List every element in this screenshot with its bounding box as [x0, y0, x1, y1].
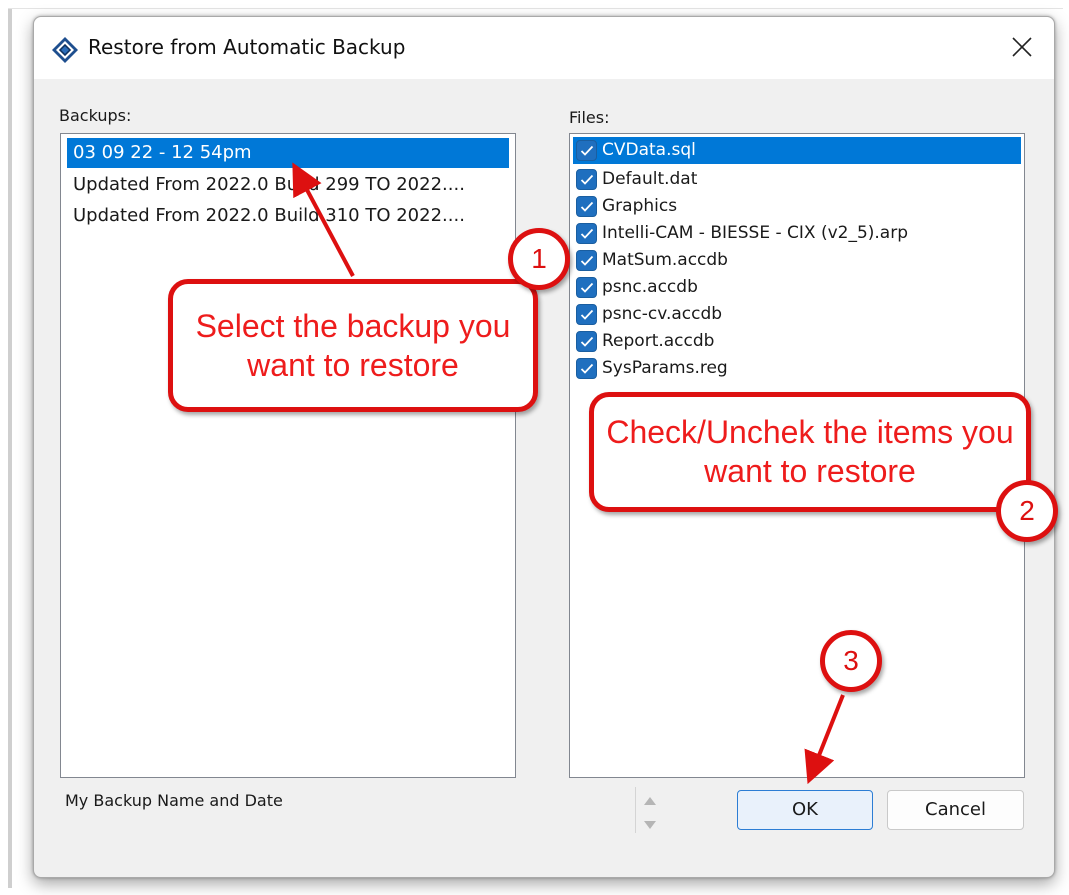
- file-item[interactable]: Intelli-CAM - BIESSE - CIX (v2_5).arp: [573, 220, 1021, 247]
- checkbox-checked[interactable]: [576, 304, 597, 325]
- ok-button[interactable]: OK: [737, 790, 873, 830]
- callout-select-backup: Select the backup you want to restore: [168, 279, 538, 412]
- close-button[interactable]: [990, 17, 1054, 77]
- divider: [635, 787, 636, 833]
- dialog-title: Restore from Automatic Backup: [88, 35, 406, 59]
- file-item[interactable]: MatSum.accdb: [573, 247, 1021, 274]
- step-badge-3: 3: [820, 630, 882, 692]
- step-badge-2: 2: [996, 480, 1058, 542]
- window-frame-edge: [8, 8, 12, 888]
- callout-check-items: Check/Unchek the items you want to resto…: [589, 392, 1031, 512]
- close-icon: [1012, 37, 1032, 57]
- checkbox-checked[interactable]: [576, 169, 597, 190]
- checkbox-checked[interactable]: [576, 358, 597, 379]
- checkmark-icon: [580, 255, 593, 266]
- file-item[interactable]: Graphics: [573, 193, 1021, 220]
- backups-label: Backups:: [59, 106, 132, 125]
- backups-listbox[interactable]: 03 09 22 - 12 54pm Updated From 2022.0 B…: [60, 133, 516, 778]
- checkbox-checked[interactable]: [576, 331, 597, 352]
- spinner-arrows-icon[interactable]: [638, 793, 662, 835]
- backup-item-3[interactable]: Updated From 2022.0 Build 310 TO 2022...…: [67, 201, 509, 231]
- app-logo-icon: [52, 37, 78, 63]
- checkmark-icon: [580, 309, 593, 320]
- checkbox-checked[interactable]: [576, 277, 597, 298]
- window-frame-top: [8, 8, 1063, 9]
- checkmark-icon: [580, 174, 593, 185]
- title-bar: Restore from Automatic Backup: [34, 17, 1054, 79]
- files-label: Files:: [569, 108, 610, 127]
- file-item[interactable]: psnc-cv.accdb: [573, 301, 1021, 328]
- checkmark-icon: [580, 363, 593, 374]
- file-item[interactable]: SysParams.reg: [573, 355, 1021, 382]
- file-item[interactable]: Default.dat: [573, 166, 1021, 193]
- step-badge-1: 1: [508, 228, 570, 290]
- checkmark-icon: [580, 228, 593, 239]
- backup-item-2[interactable]: Updated From 2022.0 Build 299 TO 2022...…: [67, 170, 509, 200]
- checkmark-icon: [580, 145, 593, 156]
- file-item[interactable]: psnc.accdb: [573, 274, 1021, 301]
- checkbox-checked[interactable]: [576, 223, 597, 244]
- file-item[interactable]: Report.accdb: [573, 328, 1021, 355]
- backup-item-1[interactable]: 03 09 22 - 12 54pm: [67, 138, 509, 168]
- checkmark-icon: [580, 201, 593, 212]
- backup-name-label: My Backup Name and Date: [65, 791, 283, 810]
- checkbox-checked[interactable]: [576, 250, 597, 271]
- checkmark-icon: [580, 282, 593, 293]
- file-item[interactable]: CVData.sql: [573, 137, 1021, 164]
- checkbox-checked[interactable]: [576, 140, 597, 161]
- checkmark-icon: [580, 336, 593, 347]
- cancel-button[interactable]: Cancel: [887, 790, 1024, 830]
- checkbox-checked[interactable]: [576, 196, 597, 217]
